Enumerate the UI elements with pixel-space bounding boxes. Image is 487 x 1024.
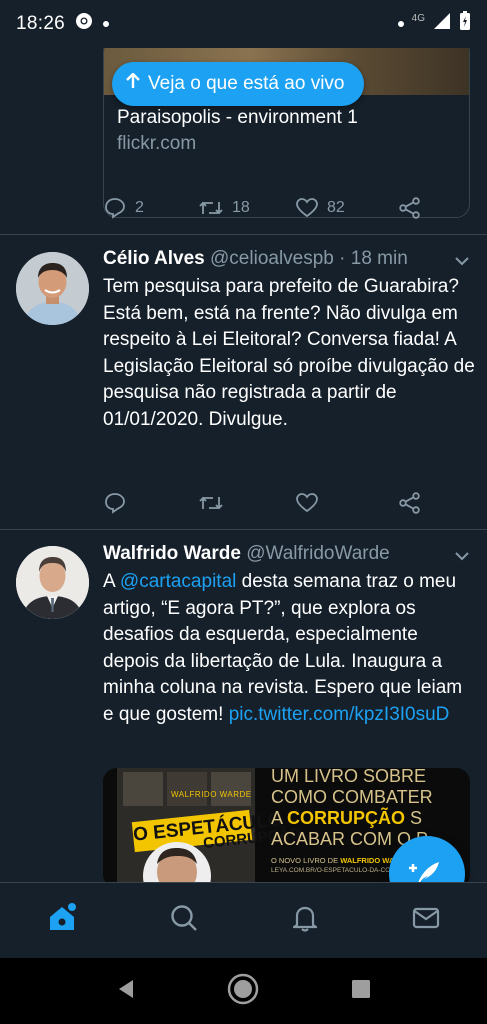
- like-icon: [296, 493, 318, 513]
- reply-icon: [105, 198, 125, 219]
- tweet-actions: [103, 488, 422, 518]
- home-circle-icon: [228, 973, 259, 1004]
- text-fragment: desta semana traz o meu artigo, “E agora…: [103, 571, 463, 725]
- card-domain: flickr.com: [117, 133, 197, 154]
- recents-button[interactable]: [350, 978, 372, 1005]
- mail-icon: [413, 907, 440, 929]
- retweet-button[interactable]: [198, 491, 295, 515]
- battery-icon: [459, 11, 471, 37]
- tweet-menu-button[interactable]: [453, 549, 471, 567]
- tweet-time: · 18 min: [339, 248, 408, 269]
- like-button[interactable]: 82: [295, 196, 398, 220]
- tab-search[interactable]: [169, 903, 199, 938]
- bell-icon: [293, 906, 318, 932]
- tab-messages[interactable]: [411, 903, 441, 938]
- home-icon: [49, 903, 76, 930]
- live-now-label: Veja o que está ao vivo: [148, 73, 345, 94]
- search-icon: [171, 905, 197, 931]
- system-nav-bar: [0, 958, 487, 1024]
- status-bar: 18:26 4G: [0, 0, 487, 48]
- retweet-icon: [199, 496, 223, 510]
- reply-button[interactable]: 2: [103, 196, 198, 220]
- chrome-icon: [75, 12, 93, 36]
- author-handle[interactable]: @WalfridoWarde: [246, 543, 390, 564]
- share-icon: [399, 197, 420, 219]
- ad-line: A: [271, 808, 288, 828]
- retweet-button[interactable]: 18: [198, 196, 295, 220]
- ad-line: UM LIVRO SOBRE: [271, 768, 427, 786]
- chevron-down-icon: [455, 257, 469, 266]
- status-dot: [397, 21, 404, 27]
- arrow-up-icon: [126, 72, 140, 95]
- author-handle[interactable]: @celioalvespb: [210, 248, 334, 269]
- tab-notifications[interactable]: [290, 903, 320, 938]
- signal-icon: [433, 12, 451, 36]
- reply-count: 2: [135, 199, 144, 216]
- like-button[interactable]: [295, 491, 398, 515]
- network-type: 4G: [411, 12, 425, 24]
- text-fragment: A: [103, 571, 120, 592]
- chevron-down-icon: [455, 552, 469, 561]
- recents-icon: [352, 979, 371, 998]
- avatar-walfrido[interactable]: [16, 546, 89, 619]
- pic-link[interactable]: pic.twitter.com/kpzI3I0suD: [229, 704, 450, 725]
- divider: [0, 529, 487, 530]
- reply-icon: [105, 493, 125, 514]
- share-button[interactable]: [398, 196, 422, 220]
- back-button[interactable]: [115, 977, 137, 1006]
- tweet-header: Walfrido Warde @WalfridoWarde: [103, 543, 390, 565]
- tweet-actions: 2 18 82: [103, 193, 422, 223]
- tweet-header: Célio Alves @celioalvespb · 18 min: [103, 248, 408, 270]
- ad-highlight: CORRUPÇÃO: [287, 808, 406, 828]
- tweet-menu-button[interactable]: [453, 254, 471, 272]
- tab-home[interactable]: [46, 902, 78, 939]
- ad-headline: UM LIVRO SOBRE COMO COMBATER A CORRUPÇÃO…: [271, 768, 433, 850]
- ad-small-text: O NOVO LIVRO DE: [271, 856, 341, 865]
- share-button[interactable]: [398, 491, 422, 515]
- compose-icon: [409, 862, 439, 882]
- retweet-icon: [199, 201, 223, 215]
- author-name[interactable]: Walfrido Warde: [103, 543, 241, 564]
- avatar-celio[interactable]: [16, 252, 89, 325]
- live-now-button[interactable]: Veja o que está ao vivo: [112, 62, 365, 106]
- reply-button[interactable]: [103, 491, 198, 515]
- book-author: WALFRIDO WARDE: [171, 790, 252, 799]
- tweet-text: A @cartacapital desta semana traz o meu …: [103, 569, 475, 728]
- like-icon: [296, 198, 318, 218]
- author-name[interactable]: Célio Alves: [103, 248, 205, 269]
- divider: [0, 234, 487, 235]
- mention-link[interactable]: @cartacapital: [120, 571, 236, 592]
- like-count: 82: [327, 199, 345, 216]
- home-system-button[interactable]: [226, 972, 260, 1011]
- tweet-text: Tem pesquisa para prefeito de Guarabira?…: [103, 276, 475, 430]
- back-icon: [118, 979, 133, 998]
- ad-line: S: [405, 808, 423, 828]
- timeline[interactable]: Paraisopolis - environment 1 flickr.com …: [0, 48, 487, 882]
- status-time: 18:26: [16, 13, 66, 34]
- bottom-tab-bar: [0, 882, 487, 958]
- retweet-count: 18: [232, 199, 250, 216]
- ad-line: COMO COMBATER: [271, 787, 433, 807]
- share-icon: [399, 492, 420, 514]
- notification-dot: [103, 21, 110, 27]
